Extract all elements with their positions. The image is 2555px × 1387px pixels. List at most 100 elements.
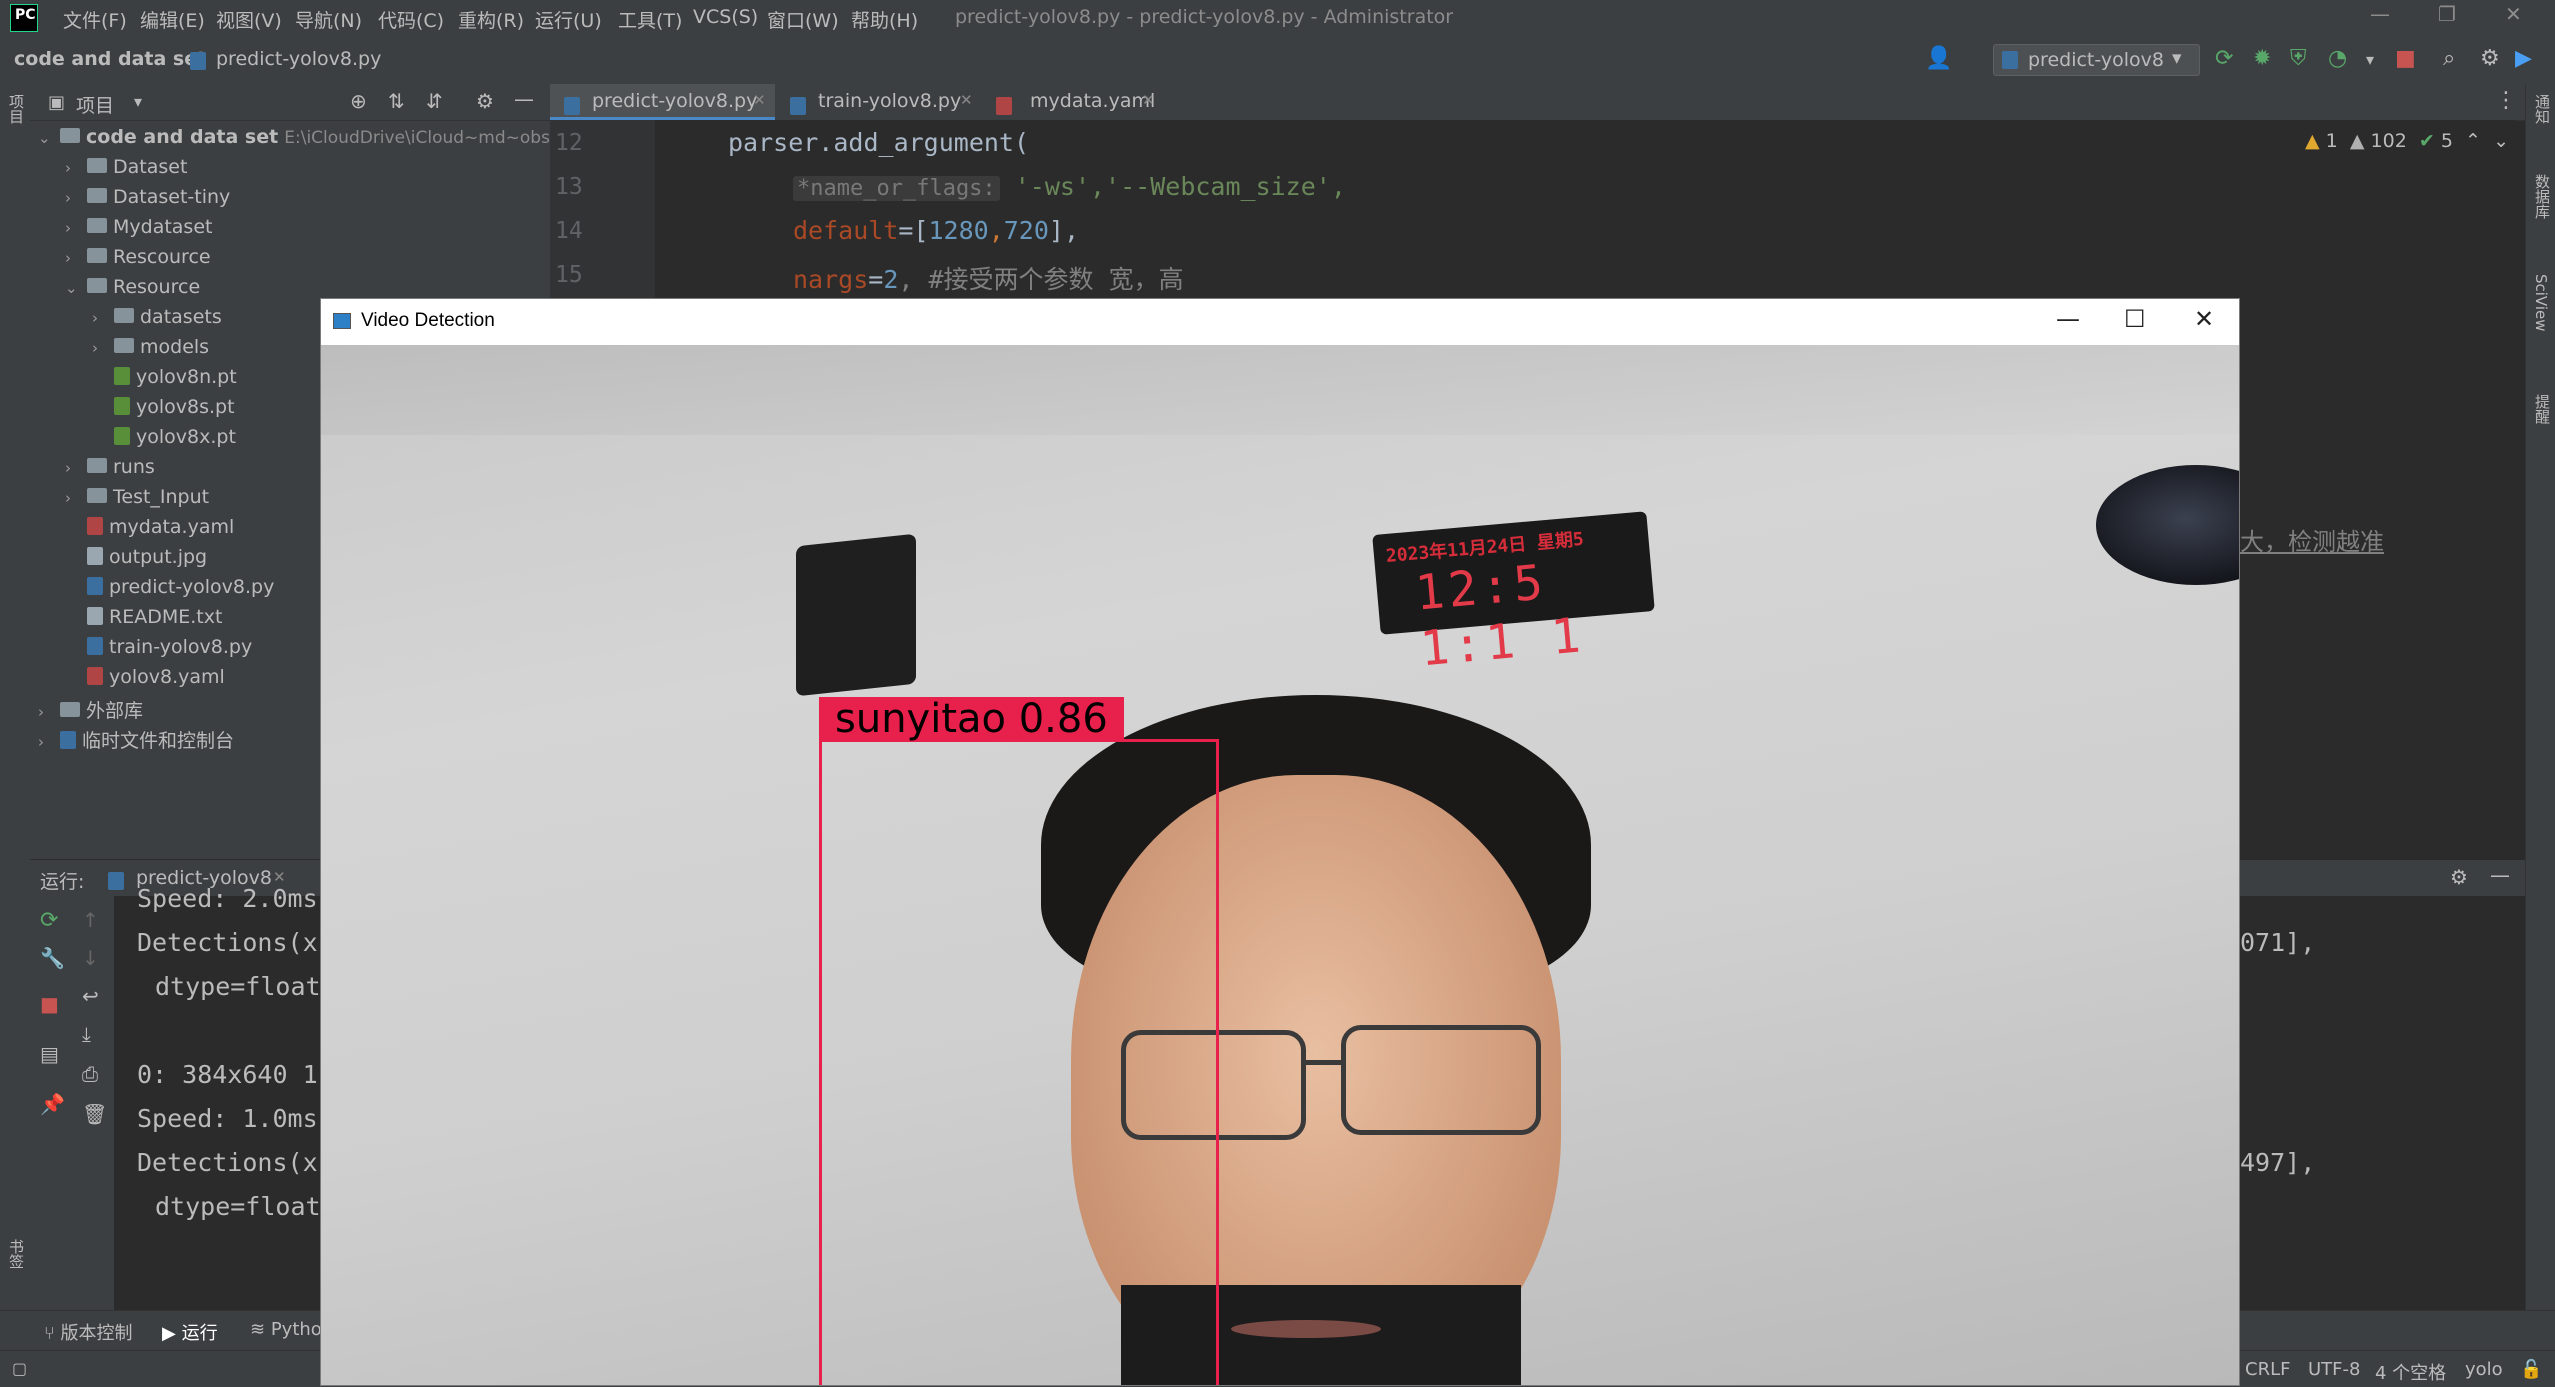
close-tab-icon[interactable]: ✕ — [753, 91, 766, 109]
chevron-down-icon[interactable]: ⌄ — [65, 279, 87, 297]
tree-item[interactable]: › 外部库 — [38, 696, 143, 723]
close-icon[interactable]: ✕ — [2505, 2, 2522, 26]
tree-item[interactable]: output.jpg — [65, 546, 207, 568]
pycharm-logo-icon[interactable]: PC — [10, 4, 38, 32]
chevron-down-icon[interactable]: ⌄ — [2493, 130, 2509, 152]
project-panel-title[interactable]: 项目 — [76, 91, 114, 118]
menu-vcs[interactable]: VCS(S) — [693, 6, 758, 28]
chevron-right-icon[interactable]: › — [65, 159, 87, 177]
sciview-tool-tab[interactable]: SciView — [2532, 274, 2550, 332]
tree-root[interactable]: ⌄ code and data set E:\iCloudDrive\iCloud… — [38, 126, 565, 148]
debug-icon[interactable]: ✹ — [2253, 46, 2271, 71]
tab-mydata-yaml[interactable]: mydata.yaml ✕ — [982, 84, 1162, 120]
close-tab-icon[interactable]: ✕ — [960, 91, 973, 109]
rerun-icon[interactable]: ⟳ — [40, 908, 58, 933]
tree-item[interactable]: › Mydataset — [65, 216, 212, 238]
close-tab-icon[interactable]: ✕ — [1142, 91, 1155, 109]
tree-item[interactable]: › Dataset-tiny — [65, 186, 230, 208]
profile-icon[interactable]: ◔ — [2328, 46, 2347, 71]
jetbrains-icon[interactable]: ▶ — [2515, 46, 2532, 71]
tab-predict-yolov8[interactable]: predict-yolov8.py ✕ — [550, 84, 775, 120]
gear-icon[interactable]: ⚙ — [476, 89, 494, 113]
tree-item[interactable]: › 临时文件和控制台 — [38, 726, 234, 753]
interpreter[interactable]: yolo — [2465, 1359, 2503, 1380]
close-icon[interactable]: ✕ — [2194, 305, 2214, 333]
settings-icon[interactable]: ⚙ — [2480, 46, 2500, 71]
tree-item[interactable]: train-yolov8.py — [65, 636, 252, 658]
project-view-icon[interactable]: ▣ — [48, 92, 65, 113]
reminder-tool-tab[interactable]: 提醒 — [2532, 394, 2553, 424]
tab-train-yolov8[interactable]: train-yolov8.py ✕ — [776, 84, 981, 120]
menu-file[interactable]: 文件(F) — [63, 6, 127, 33]
soft-wrap-icon[interactable]: ↩ — [82, 984, 99, 1008]
tree-item[interactable]: mydata.yaml — [65, 516, 234, 538]
tree-item[interactable]: predict-yolov8.py — [65, 576, 274, 598]
chevron-up-icon[interactable]: ⌃ — [2465, 130, 2481, 152]
tree-item[interactable]: yolov8x.pt — [92, 426, 236, 448]
chevron-right-icon[interactable]: › — [65, 189, 87, 207]
up-arrow-icon[interactable]: ↑ — [82, 908, 99, 932]
run-tool-tab[interactable]: ▶ 运行 — [162, 1319, 218, 1345]
rerun-icon[interactable]: ⟳ — [2215, 46, 2233, 71]
maximize-icon[interactable]: ☐ — [2124, 305, 2146, 333]
database-tool-tab[interactable]: 数据库 — [2532, 174, 2553, 219]
menu-code[interactable]: 代码(C) — [378, 6, 444, 33]
tree-item[interactable]: › models — [92, 336, 209, 358]
more-tabs-icon[interactable]: ⋮ — [2495, 88, 2517, 113]
video-detection-window[interactable]: Video Detection — ☐ ✕ 2023年11月24日 星期5 12… — [320, 298, 2240, 1386]
stop-icon[interactable]: ■ — [2395, 46, 2416, 71]
chevron-right-icon[interactable]: › — [92, 339, 114, 357]
locate-icon[interactable]: ⊕ — [350, 89, 367, 113]
stop-icon[interactable]: ■ — [40, 992, 59, 1016]
python-packages-tab[interactable]: ≋ Pytho — [250, 1319, 322, 1340]
tree-item[interactable]: README.txt — [65, 606, 222, 628]
chevron-down-icon[interactable]: ▾ — [134, 92, 142, 111]
tree-item[interactable]: yolov8s.pt — [92, 396, 235, 418]
menu-navigate[interactable]: 导航(N) — [295, 6, 362, 33]
chevron-right-icon[interactable]: › — [92, 309, 114, 327]
tree-item[interactable]: › Test_Input — [65, 486, 209, 508]
hide-panel-icon[interactable]: — — [514, 87, 534, 111]
more-run-icon[interactable]: ▾ — [2366, 50, 2374, 69]
tree-item[interactable]: yolov8.yaml — [65, 666, 225, 688]
menu-refactor[interactable]: 重构(R) — [458, 6, 524, 33]
restore-icon[interactable]: ❐ — [2438, 2, 2456, 26]
tree-item[interactable]: ⌄ Resource — [65, 276, 200, 298]
status-toggle-icon[interactable]: ▢ — [12, 1359, 27, 1378]
down-arrow-icon[interactable]: ↓ — [82, 946, 99, 970]
lock-icon[interactable]: 🔓 — [2520, 1359, 2542, 1380]
expand-all-icon[interactable]: ⇅ — [388, 89, 405, 113]
minimize-icon[interactable]: — — [2370, 2, 2390, 26]
chevron-right-icon[interactable]: › — [65, 249, 87, 267]
project-tool-tab[interactable]: 项目 — [6, 94, 27, 124]
tree-item[interactable]: › Dataset — [65, 156, 187, 178]
video-window-titlebar[interactable]: Video Detection — ☐ ✕ — [321, 299, 2239, 345]
user-icon[interactable]: 👤 — [1925, 46, 1952, 71]
print-icon[interactable]: ⎙ — [82, 1062, 98, 1086]
vcs-tool-tab[interactable]: ⑂ 版本控制 — [44, 1319, 133, 1345]
run-config-dropdown[interactable]: predict-yolov8 ▾ — [1993, 44, 2200, 76]
bookmarks-tool-tab[interactable]: 书签 — [6, 1239, 27, 1269]
layout-icon[interactable]: ▤ — [40, 1042, 59, 1066]
chevron-right-icon[interactable]: › — [38, 703, 60, 721]
tree-item[interactable]: › Rescource — [65, 246, 211, 268]
tree-item[interactable]: yolov8n.pt — [92, 366, 237, 388]
chevron-right-icon[interactable]: › — [65, 459, 87, 477]
chevron-right-icon[interactable]: › — [65, 489, 87, 507]
encoding[interactable]: UTF-8 — [2308, 1359, 2360, 1380]
indent[interactable]: 4 个空格 — [2375, 1359, 2446, 1385]
breadcrumb-file[interactable]: predict-yolov8.py — [216, 48, 381, 70]
chevron-right-icon[interactable]: › — [38, 733, 60, 751]
inspection-widget[interactable]: ▲ 1 ▲ 102 ✔ 5 ⌃ ⌄ — [2305, 130, 2509, 152]
collapse-all-icon[interactable]: ⇵ — [426, 89, 443, 113]
scroll-end-icon[interactable]: ⤓ — [82, 1022, 91, 1046]
menu-window[interactable]: 窗口(W) — [767, 6, 839, 33]
menu-view[interactable]: 视图(V) — [216, 6, 282, 33]
menu-edit[interactable]: 编辑(E) — [140, 6, 205, 33]
menu-help[interactable]: 帮助(H) — [851, 6, 918, 33]
menu-run[interactable]: 运行(U) — [535, 6, 602, 33]
pin-icon[interactable]: 📌 — [40, 1092, 65, 1116]
trash-icon[interactable]: 🗑 — [82, 1102, 107, 1126]
hide-panel-icon[interactable]: — — [2490, 863, 2510, 887]
tree-item[interactable]: › runs — [65, 456, 155, 478]
